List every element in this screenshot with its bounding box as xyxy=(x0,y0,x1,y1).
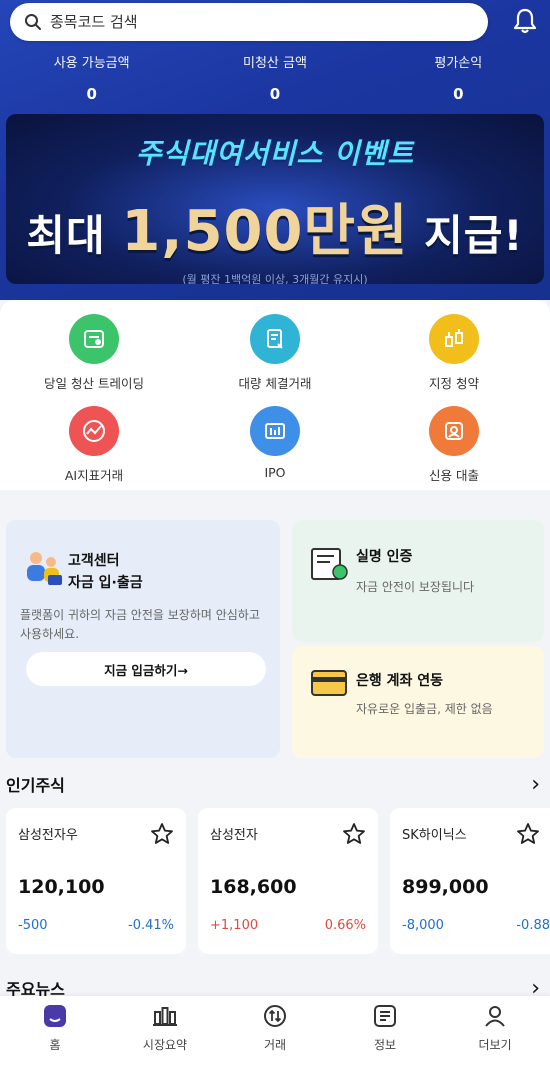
customer-card-title: 고객센터 자금 입·출금 xyxy=(68,550,143,594)
search-bar[interactable] xyxy=(10,3,488,41)
bank-card-title: 은행 계좌 연동 xyxy=(356,673,444,689)
nav-label: 더보기 xyxy=(478,1038,512,1052)
bell-icon[interactable] xyxy=(510,6,540,36)
star-icon[interactable] xyxy=(150,822,174,846)
customer-center-card[interactable]: 고객센터 자금 입·출금 플랫폼이 귀하의 자금 안전을 보장하며 안심하고 사… xyxy=(6,520,280,758)
banner-prefix: 최대 xyxy=(26,211,106,260)
customer-card-desc: 플랫폼이 귀하의 자금 안전을 보장하며 안심하고 사용하세요. xyxy=(20,608,260,641)
bottom-nav: 홈 시장요약 거래 정보 더보기 xyxy=(0,996,550,1072)
stat-label: 사용 가능금액 xyxy=(53,56,130,71)
section-title: 인기주식 xyxy=(6,776,65,795)
stat-value: 0 xyxy=(86,85,97,103)
nav-trade[interactable]: 거래 xyxy=(220,996,330,1072)
stat-available: 사용 가능금액 0 xyxy=(0,52,183,103)
quick-item-day-trading[interactable]: 당일 청산 트레이딩 xyxy=(24,314,164,392)
popular-stocks-list: 삼성전자우 120,100 -500 -0.41% 삼성전자 168,600 +… xyxy=(0,808,550,954)
verify-card-title: 실명 인증 xyxy=(356,549,413,565)
stock-percent: -0.88 xyxy=(516,918,550,933)
nav-label: 시장요약 xyxy=(142,1038,188,1052)
stat-unsettled: 미청산 금액 0 xyxy=(183,52,366,103)
quick-item-label: 신용 대출 xyxy=(429,468,479,483)
card-title-line1: 고객센터 xyxy=(68,553,120,569)
nav-info[interactable]: 정보 xyxy=(330,996,440,1072)
stock-name: SK하이닉스 xyxy=(402,828,467,843)
quick-item-ai-indicator[interactable]: AI지표거래 xyxy=(24,406,164,484)
deposit-now-button[interactable]: 지금 입금하기→ xyxy=(26,652,266,686)
stat-pnl: 평가손익 0 xyxy=(367,52,550,103)
nav-label: 거래 xyxy=(263,1038,287,1052)
popular-stocks-header[interactable]: 인기주식 › xyxy=(0,768,550,798)
stock-change: +1,100 xyxy=(210,918,259,933)
app-root: 사용 가능금액 0 미청산 금액 0 평가손익 0 주식대여서비스 이벤트 최대… xyxy=(0,0,550,1072)
banner-amount: 1,500만원 xyxy=(121,199,409,264)
stock-price: 899,000 xyxy=(402,876,489,898)
stat-value: 0 xyxy=(269,85,281,103)
chevron-right-icon[interactable]: › xyxy=(531,772,540,797)
subscription-icon xyxy=(429,314,479,364)
nav-label: 정보 xyxy=(373,1038,397,1052)
nav-home[interactable]: 홈 xyxy=(0,996,110,1072)
certificate-icon xyxy=(311,548,348,580)
info-cards: 고객센터 자금 입·출금 플랫폼이 귀하의 자금 안전을 보장하며 안심하고 사… xyxy=(0,510,550,760)
stock-percent: -0.41% xyxy=(128,918,174,933)
header: 사용 가능금액 0 미청산 금액 0 평가손익 0 주식대여서비스 이벤트 최대… xyxy=(0,0,550,300)
bulk-trade-icon xyxy=(250,314,300,364)
stock-price: 168,600 xyxy=(210,876,297,898)
stat-label: 미청산 금액 xyxy=(243,56,307,71)
bank-card-icon xyxy=(311,670,347,696)
customer-support-icon xyxy=(27,552,62,585)
event-banner[interactable]: 주식대여서비스 이벤트 최대 1,500만원 지급! (월 평잔 1백억원 이상… xyxy=(6,114,544,284)
stat-label: 평가손익 xyxy=(434,56,483,71)
more-icon xyxy=(485,1006,505,1027)
account-stats: 사용 가능금액 0 미청산 금액 0 평가손익 0 xyxy=(0,52,550,103)
quick-item-credit-loan[interactable]: 신용 대출 xyxy=(384,406,524,484)
home-icon xyxy=(44,1005,66,1027)
stock-change: -8,000 xyxy=(402,918,444,933)
bank-link-card[interactable]: 은행 계좌 연동 자유로운 입출금, 제한 없음 xyxy=(292,646,544,758)
quick-item-bulk-trade[interactable]: 대량 체결거래 xyxy=(205,314,345,392)
identity-verify-card[interactable]: 실명 인증 자금 안전이 보장됩니다 xyxy=(292,520,544,642)
ai-indicator-icon xyxy=(69,406,119,456)
star-icon[interactable] xyxy=(342,822,366,846)
star-icon[interactable] xyxy=(516,822,540,846)
quick-menu: 당일 청산 트레이딩 대량 체결거래 지정 청약 AI지표거래 IPO 신용 대… xyxy=(0,300,550,490)
banner-suffix: 지급! xyxy=(424,211,524,260)
nav-label: 홈 xyxy=(49,1038,61,1052)
market-summary-icon xyxy=(153,1007,177,1026)
stock-name: 삼성전자우 xyxy=(18,828,78,843)
stock-card[interactable]: SK하이닉스 899,000 -8,000 -0.88 xyxy=(390,808,550,954)
stock-card[interactable]: 삼성전자 168,600 +1,100 0.66% xyxy=(198,808,378,954)
bank-card-desc: 자유로운 입출금, 제한 없음 xyxy=(356,702,493,716)
quick-item-subscription[interactable]: 지정 청약 xyxy=(384,314,524,392)
stock-price: 120,100 xyxy=(18,876,105,898)
stat-value: 0 xyxy=(453,85,464,103)
verify-card-desc: 자금 안전이 보장됩니다 xyxy=(356,580,475,594)
quick-item-label: 대량 체결거래 xyxy=(238,376,312,391)
quick-item-label: AI지표거래 xyxy=(64,468,124,483)
stock-change: -500 xyxy=(18,918,48,933)
quick-item-ipo[interactable]: IPO xyxy=(205,406,345,480)
info-icon xyxy=(374,1005,396,1027)
nav-more[interactable]: 더보기 xyxy=(440,996,550,1072)
quick-item-label: IPO xyxy=(264,465,286,480)
trade-icon xyxy=(264,1005,286,1027)
card-title-line2: 자금 입·출금 xyxy=(68,575,143,591)
search-input[interactable] xyxy=(50,13,450,31)
stock-name: 삼성전자 xyxy=(210,828,258,843)
credit-loan-icon xyxy=(429,406,479,456)
banner-headline: 최대 1,500만원 지급! xyxy=(6,186,544,267)
quick-item-label: 당일 청산 트레이딩 xyxy=(44,376,144,391)
banner-subtitle: (월 평잔 1백억원 이상, 3개월간 유지시) xyxy=(182,273,368,284)
nav-market-summary[interactable]: 시장요약 xyxy=(110,996,220,1072)
banner-title: 주식대여서비스 이벤트 xyxy=(135,137,415,170)
ipo-icon xyxy=(250,406,300,456)
stock-card[interactable]: 삼성전자우 120,100 -500 -0.41% xyxy=(6,808,186,954)
day-trading-icon xyxy=(69,314,119,364)
stock-percent: 0.66% xyxy=(324,918,366,933)
search-icon xyxy=(25,14,41,30)
quick-item-label: 지정 청약 xyxy=(429,376,479,391)
